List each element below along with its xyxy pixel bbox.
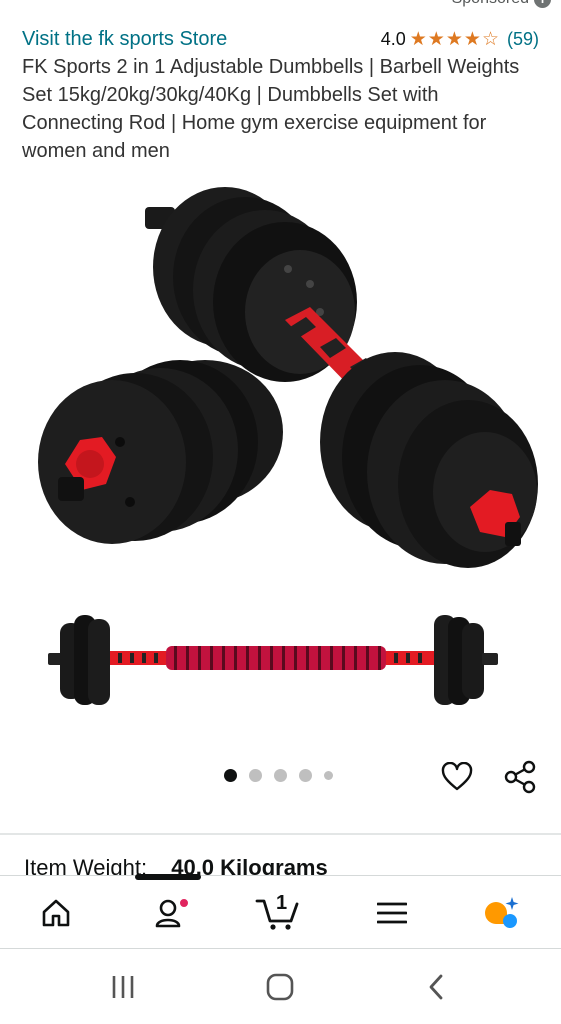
dumbbell-right-plates	[320, 352, 538, 568]
recents-button[interactable]	[103, 970, 143, 1004]
carousel-dot-active[interactable]	[224, 769, 237, 782]
nav-account[interactable]	[147, 890, 193, 936]
nav-menu[interactable]	[369, 890, 415, 936]
product-image-barbell[interactable]	[40, 605, 510, 715]
product-image-dumbbells[interactable]	[20, 172, 542, 592]
item-weight-value: 40.0 Kilograms	[171, 855, 328, 875]
carousel-dot[interactable]	[274, 769, 287, 782]
rating-value: 4.0	[380, 28, 406, 49]
hamburger-icon	[377, 902, 407, 924]
star-full-icon: ★	[409, 28, 427, 50]
circle-home-icon	[266, 973, 294, 1001]
star-full-icon: ★	[463, 28, 481, 50]
image-carousel-dots[interactable]	[224, 769, 333, 782]
item-weight-label: Item Weight:	[24, 855, 148, 875]
bottom-nav-bar: 1	[0, 874, 561, 949]
section-divider	[0, 833, 561, 835]
item-weight-row: Item Weight: 40.0 Kilograms	[24, 855, 328, 875]
store-link[interactable]: Visit the fk sports Store	[22, 28, 227, 51]
nav-rufus-assistant[interactable]	[478, 890, 524, 936]
store-rating-row: Visit the fk sports Store 4.0 ★ ★ ★ ★ ☆ …	[22, 26, 539, 52]
sponsored-label[interactable]: Sponsored i	[452, 0, 551, 8]
star-rating: ★ ★ ★ ★ ☆	[410, 30, 499, 49]
share-icon[interactable]	[503, 760, 537, 794]
home-icon	[42, 899, 70, 927]
star-full-icon: ★	[427, 28, 445, 50]
notification-dot	[178, 897, 190, 909]
carousel-dot[interactable]	[324, 771, 333, 780]
system-home-button[interactable]	[260, 970, 300, 1004]
nav-home[interactable]	[33, 890, 79, 936]
nav-active-indicator	[135, 874, 201, 880]
rating-count[interactable]: (59)	[507, 29, 539, 50]
dumbbell-left-plates	[38, 360, 283, 544]
product-page: Sponsored i Visit the fk sports Store 4.…	[0, 0, 561, 1024]
recents-icon	[112, 976, 134, 998]
cart-count-badge: 1	[276, 892, 288, 914]
star-full-icon: ★	[445, 28, 463, 50]
nav-cart[interactable]: 1	[255, 890, 301, 936]
system-back-button[interactable]	[417, 970, 457, 1004]
system-nav-bar	[0, 950, 561, 1024]
product-title: FK Sports 2 in 1 Adjustable Dumbbells | …	[22, 56, 520, 162]
star-empty-icon: ☆	[481, 28, 499, 50]
info-icon[interactable]: i	[534, 0, 551, 8]
rating-summary[interactable]: 4.0 ★ ★ ★ ★ ☆ (59)	[381, 29, 539, 50]
wishlist-heart-icon[interactable]	[440, 760, 474, 794]
rufus-icon	[485, 897, 519, 928]
sponsored-text: Sponsored	[452, 0, 529, 8]
carousel-dot[interactable]	[299, 769, 312, 782]
carousel-dot[interactable]	[249, 769, 262, 782]
chevron-left-icon	[429, 974, 443, 1000]
